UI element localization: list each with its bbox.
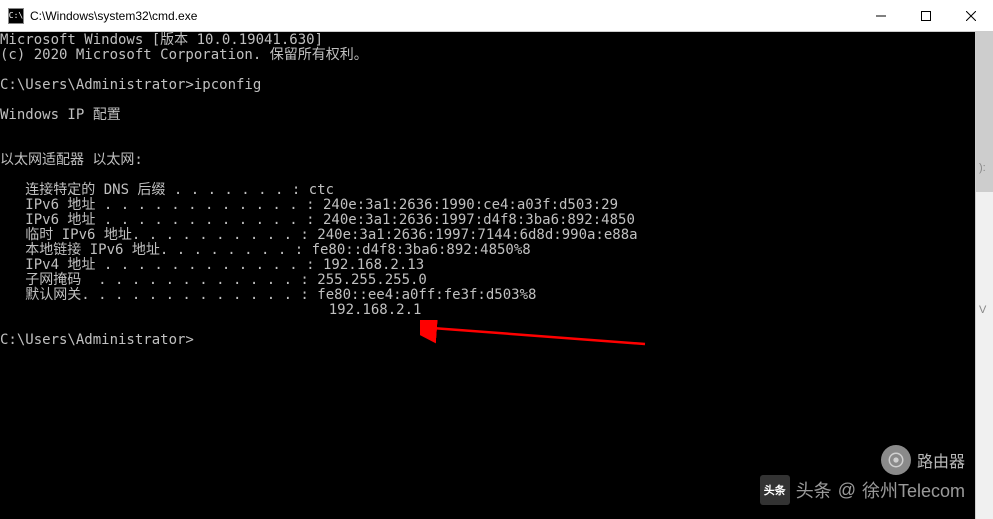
watermark-name: 徐州Telecom xyxy=(862,477,965,503)
watermark-at: @ xyxy=(838,480,856,501)
output-line: 本地链接 IPv6 地址. . . . . . . . : fe80::d4f8… xyxy=(0,242,531,258)
titlebar: C:\ C:\Windows\system32\cmd.exe xyxy=(0,0,993,32)
toutiao-watermark: 头条 头条 @ 徐州Telecom xyxy=(760,475,965,505)
output-line: IPv4 地址 . . . . . . . . . . . . : 192.16… xyxy=(0,257,424,273)
output-line: 以太网适配器 以太网: xyxy=(0,152,143,168)
scrollbar-area: ): V xyxy=(975,32,993,519)
side-glyph: ): xyxy=(979,162,986,174)
output-line: (c) 2020 Microsoft Corporation. 保留所有权利。 xyxy=(0,47,368,63)
maximize-button[interactable] xyxy=(903,0,948,31)
output-line: IPv6 地址 . . . . . . . . . . . . : 240e:3… xyxy=(0,197,618,213)
router-watermark: 路由器 xyxy=(881,445,965,475)
output-line: 临时 IPv6 地址. . . . . . . . . . : 240e:3a1… xyxy=(0,227,638,243)
cmd-icon: C:\ xyxy=(8,8,24,24)
toutiao-icon: 头条 xyxy=(760,475,790,505)
output-line: Microsoft Windows [版本 10.0.19041.630] xyxy=(0,32,323,48)
side-glyph: V xyxy=(979,304,986,316)
router-icon xyxy=(881,445,911,475)
output-line: 连接特定的 DNS 后缀 . . . . . . . : ctc xyxy=(0,182,334,198)
prompt-line: C:\Users\Administrator> xyxy=(0,332,194,348)
window-controls xyxy=(858,0,993,31)
minimize-button[interactable] xyxy=(858,0,903,31)
close-button[interactable] xyxy=(948,0,993,31)
output-line: Windows IP 配置 xyxy=(0,107,121,123)
watermark-prefix: 头条 xyxy=(796,477,832,503)
scrollbar-track[interactable] xyxy=(976,32,993,519)
output-line: 子网掩码 . . . . . . . . . . . . : 255.255.2… xyxy=(0,272,427,288)
output-line: 默认网关. . . . . . . . . . . . . : fe80::ee… xyxy=(0,287,536,303)
prompt-line: C:\Users\Administrator>ipconfig xyxy=(0,77,261,93)
output-line: IPv6 地址 . . . . . . . . . . . . : 240e:3… xyxy=(0,212,635,228)
router-watermark-label: 路由器 xyxy=(917,448,965,472)
window-title: C:\Windows\system32\cmd.exe xyxy=(30,9,858,23)
terminal-output[interactable]: Microsoft Windows [版本 10.0.19041.630] (c… xyxy=(0,32,975,519)
output-line: 192.168.2.1 xyxy=(0,302,421,318)
